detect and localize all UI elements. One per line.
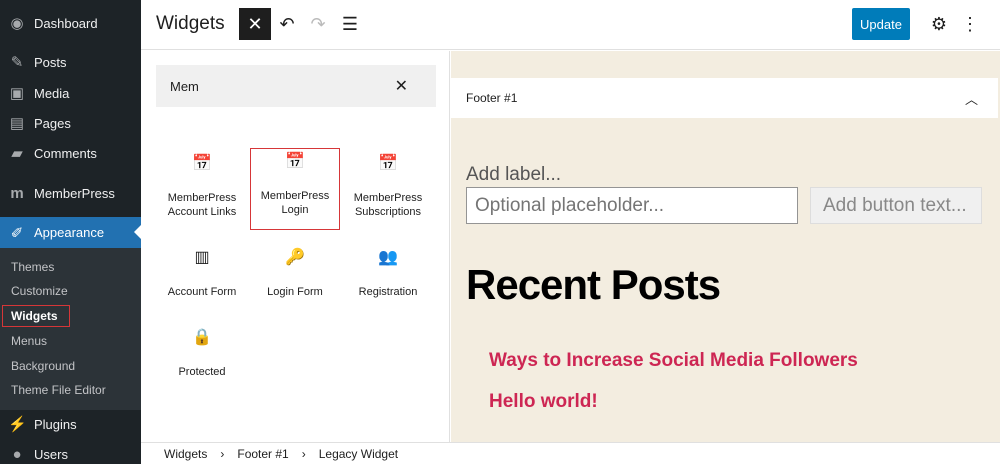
pages-icon: ▤ [9, 115, 25, 132]
block-label: Login Form [267, 286, 323, 298]
recent-posts-heading: Recent Posts [466, 261, 721, 308]
label: Media [34, 85, 70, 101]
redo-button[interactable]: ↷ [302, 8, 334, 40]
sidebar-item-pages[interactable]: ▤ Pages [0, 108, 141, 138]
sidebar-item-users[interactable]: ● Users [0, 439, 141, 469]
close-inserter-button[interactable]: ✕ [239, 8, 271, 40]
page-title: Widgets [156, 13, 225, 34]
sidebar-item-memberpress[interactable]: m MemberPress [0, 178, 141, 208]
search-label-field[interactable]: Add label... [466, 164, 561, 186]
list-view-icon: ☰ [341, 13, 359, 34]
key-icon: 🔑 [285, 249, 305, 266]
block-label: MemberPress Subscriptions [353, 192, 423, 218]
comment-icon: ▰ [11, 145, 23, 162]
sidebar-item-media[interactable]: ▣ Media [0, 78, 141, 108]
sidebar-item-plugins[interactable]: ⚡ Plugins [0, 409, 141, 439]
widget-canvas: Footer #1 ︿ Add label... Optional placeho… [451, 51, 1000, 442]
submenu-menus[interactable]: Menus [11, 334, 47, 348]
block-label: Account Form [167, 286, 237, 298]
settings-button[interactable]: ⚙ [923, 8, 955, 40]
brush-icon: ✐ [10, 224, 24, 242]
recent-post-link[interactable]: Hello world! [489, 391, 598, 413]
label: Pages [34, 115, 71, 131]
form-icon: ▥ [194, 249, 210, 266]
block-label: Protected [178, 366, 226, 378]
block-inserter: Mem ✕ 📅 MemberPress Account Links 📅 MemberP… [141, 51, 450, 442]
more-vertical-icon: ⋮ [961, 13, 979, 34]
gear-icon: ⚙ [930, 13, 948, 34]
block-account-form[interactable]: ▥ Account Form [158, 245, 246, 325]
breadcrumb-widgets[interactable]: Widgets [164, 447, 207, 461]
block-label: MemberPress Login [260, 190, 330, 216]
chevron-right-icon: › [220, 446, 225, 461]
list-view-button[interactable]: ☰ [334, 8, 366, 40]
submenu-customize[interactable]: Customize [11, 284, 68, 298]
breadcrumb: Widgets › Footer #1 › Legacy Widget [141, 442, 1000, 464]
block-protected[interactable]: 🔒 Protected [158, 325, 246, 405]
calendar-icon: 📅 [192, 155, 212, 172]
sidebar-item-posts[interactable]: ✎ Posts [0, 47, 141, 77]
calendar-icon: 📅 [378, 155, 398, 172]
label: Appearance [34, 225, 105, 240]
plugin-icon: ⚡ [8, 416, 27, 433]
block-label: MemberPress Account Links [167, 192, 237, 218]
breadcrumb-legacy-widget[interactable]: Legacy Widget [319, 447, 398, 461]
media-icon: ▣ [9, 85, 25, 102]
recent-post-link[interactable]: Ways to Increase Social Media Followers [489, 350, 858, 372]
chevron-right-icon: › [301, 446, 306, 461]
label: Plugins [34, 416, 77, 432]
close-icon: ✕ [247, 13, 263, 34]
block-registration[interactable]: 👥 Registration [344, 245, 432, 325]
block-search-input[interactable]: Mem ✕ [156, 65, 436, 107]
undo-button[interactable]: ↶ [271, 8, 303, 40]
breadcrumb-footer[interactable]: Footer #1 [237, 447, 288, 461]
widget-area-title: Footer #1 [466, 91, 518, 105]
block-memberpress-account-links[interactable]: 📅 MemberPress Account Links [158, 151, 246, 231]
search-value: Mem [170, 78, 199, 94]
sidebar-item-appearance[interactable]: ✐ Appearance [0, 217, 141, 248]
update-button[interactable]: Update [852, 8, 910, 40]
block-login-form[interactable]: 🔑 Login Form [251, 245, 339, 325]
submenu-background[interactable]: Background [11, 359, 75, 373]
undo-icon: ↶ [279, 13, 295, 34]
sidebar-item-comments[interactable]: ▰ Comments [0, 138, 141, 168]
users-icon: ● [12, 445, 22, 463]
calendar-icon: 📅 [285, 153, 305, 170]
widget-area-footer-1[interactable]: Footer #1 ︿ [451, 78, 998, 118]
sidebar-item-dashboard[interactable]: ◉ Dashboard [0, 8, 141, 38]
label: Users [34, 446, 68, 462]
label: Posts [34, 54, 67, 70]
clear-search-icon[interactable]: ✕ [395, 76, 408, 96]
block-memberpress-subscriptions[interactable]: 📅 MemberPress Subscriptions [344, 151, 432, 231]
label: Comments [34, 145, 97, 161]
search-button-text-field[interactable]: Add button text... [810, 187, 982, 224]
label: MemberPress [34, 185, 115, 201]
editor-header: Widgets ✕ ↶ ↷ ☰ Update ⚙ ⋮ [141, 0, 1000, 50]
search-placeholder-field[interactable]: Optional placeholder... [466, 187, 798, 224]
block-memberpress-login[interactable]: 📅 MemberPress Login [250, 148, 340, 230]
redo-icon: ↷ [310, 13, 326, 34]
group-icon: 👥 [378, 249, 398, 266]
pin-icon: ✎ [10, 54, 24, 71]
block-label: Registration [358, 286, 418, 298]
submenu-theme-file-editor[interactable]: Theme File Editor [11, 383, 106, 397]
chevron-up-icon[interactable]: ︿ [965, 89, 978, 108]
appearance-submenu: Themes Customize Widgets Menus Backgroun… [0, 248, 141, 410]
options-button[interactable]: ⋮ [954, 8, 986, 40]
lock-icon: 🔒 [192, 329, 212, 346]
submenu-themes[interactable]: Themes [11, 260, 54, 274]
label: Dashboard [34, 15, 98, 31]
admin-sidebar: ◉ Dashboard ✎ Posts ▣ Media ▤ Pages ▰ Comment… [0, 0, 141, 464]
submenu-widgets[interactable]: Widgets [2, 305, 70, 327]
dashboard-icon: ◉ [10, 15, 24, 32]
memberpress-icon: m [10, 184, 24, 202]
